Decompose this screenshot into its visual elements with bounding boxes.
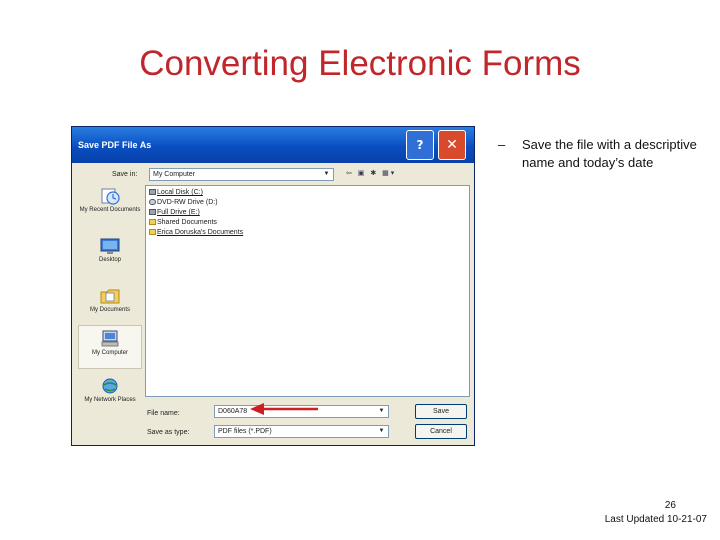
page-number: 26 — [664, 500, 676, 511]
place-label: My Recent Documents — [79, 207, 141, 213]
place-my-documents[interactable]: My Documents — [78, 283, 142, 327]
place-desktop[interactable]: Desktop — [78, 233, 142, 277]
folder-icon — [149, 229, 156, 236]
chevron-down-icon: ▼ — [378, 428, 385, 434]
place-my-computer[interactable]: My Computer — [78, 325, 142, 369]
place-recent-documents[interactable]: My Recent Documents — [78, 183, 142, 227]
dialog-toolbar-icons[interactable]: ⇦ ▣ ✱ ▦▾ — [346, 169, 396, 177]
slide-title: Converting Electronic Forms — [139, 44, 581, 83]
file-name-value: D060A78 — [218, 408, 248, 415]
drive-icon — [149, 189, 156, 196]
save-pdf-dialog: Save PDF File As ? ✕ Save in: My Compute… — [71, 126, 475, 446]
bullet-point: – Save the file with a descriptive name … — [498, 136, 708, 172]
folder-icon — [149, 219, 156, 226]
chevron-down-icon: ▼ — [378, 408, 385, 414]
save-in-label: Save in: — [112, 171, 138, 178]
pointer-arrow-icon — [250, 403, 318, 415]
bullet-dash: – — [498, 137, 506, 152]
save-button[interactable]: Save — [415, 404, 467, 419]
place-label: My Network Places — [84, 397, 136, 403]
close-button[interactable]: ✕ — [438, 130, 466, 160]
list-item[interactable]: Erica Doruska's Documents — [149, 229, 243, 236]
place-label: Desktop — [98, 257, 121, 263]
my-computer-icon — [101, 330, 119, 347]
place-label: My Documents — [89, 307, 130, 313]
dvd-drive-icon — [149, 199, 156, 206]
recent-documents-icon — [101, 188, 120, 205]
places-bar: My Recent Documents Desktop My Documents — [78, 183, 142, 441]
save-in-value: My Computer — [153, 171, 196, 178]
dialog-titlebar[interactable]: Save PDF File As ? ✕ — [72, 127, 474, 163]
chevron-down-icon: ▼ — [323, 171, 330, 177]
file-name-label: File name: — [147, 410, 180, 417]
list-item[interactable]: Shared Documents — [149, 219, 217, 226]
list-item[interactable]: Full Drive (E:) — [149, 209, 200, 216]
dialog-title: Save PDF File As — [78, 140, 152, 150]
file-list[interactable]: Local Disk (C:) DVD-RW Drive (D:) Full D… — [145, 185, 470, 397]
my-documents-icon — [100, 289, 120, 304]
save-in-dropdown[interactable]: My Computer ▼ — [149, 168, 334, 181]
help-button[interactable]: ? — [406, 130, 434, 160]
drive-icon — [149, 209, 156, 216]
save-as-type-label: Save as type: — [147, 429, 190, 436]
cancel-button[interactable]: Cancel — [415, 424, 467, 439]
desktop-icon — [100, 238, 120, 254]
last-updated: Last Updated 10-21-07 — [604, 514, 707, 525]
network-places-icon — [102, 378, 118, 394]
save-as-type-value: PDF files (*.PDF) — [218, 428, 272, 435]
bullet-text: Save the file with a descriptive name an… — [522, 137, 697, 170]
list-item[interactable]: Local Disk (C:) — [149, 189, 203, 196]
place-network[interactable]: My Network Places — [78, 373, 142, 417]
save-as-type-dropdown[interactable]: PDF files (*.PDF) ▼ — [214, 425, 389, 438]
list-item[interactable]: DVD-RW Drive (D:) — [149, 199, 218, 206]
place-label: My Computer — [91, 350, 128, 356]
